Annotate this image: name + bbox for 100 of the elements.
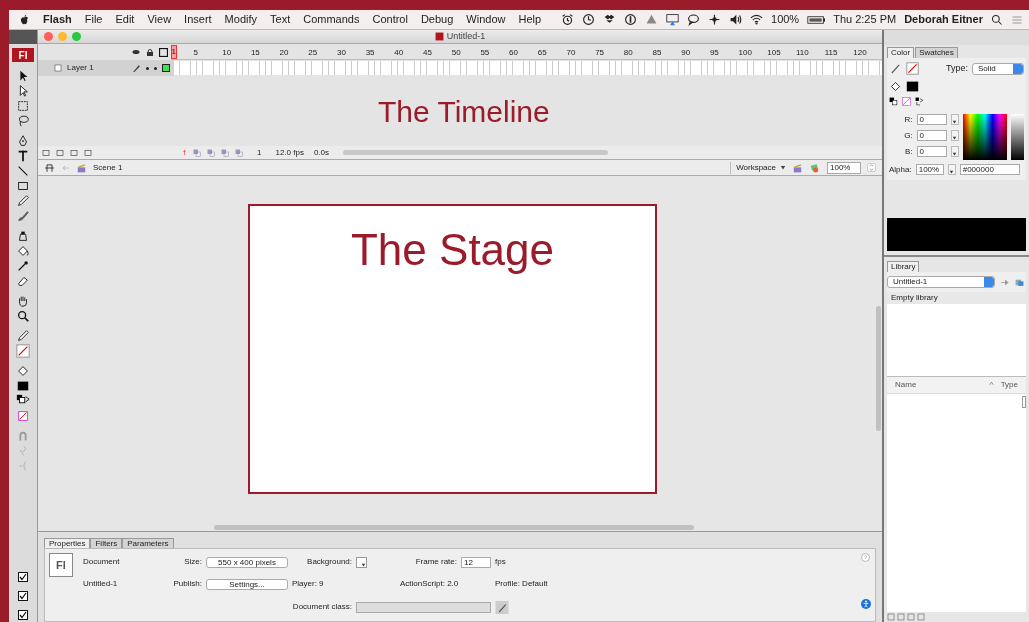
square-outline-icon[interactable] (158, 47, 168, 57)
box-icon (603, 13, 616, 26)
zoom-field[interactable]: 100% (827, 161, 861, 174)
frame-number: 1 (170, 45, 177, 59)
channel-field[interactable]: 0 (916, 130, 947, 141)
slash-swatch-icon[interactable] (906, 62, 919, 76)
pencil-icon[interactable] (889, 62, 902, 76)
playhead-icon[interactable] (182, 148, 187, 157)
menu-item[interactable]: Debug (420, 11, 454, 28)
field-label: Frame rate: (414, 556, 457, 569)
pencil-icon[interactable] (495, 600, 509, 614)
scrollbar[interactable] (343, 150, 609, 155)
pen-nib-icon[interactable] (16, 133, 30, 148)
lasso-icon[interactable] (16, 113, 30, 128)
channel-field[interactable]: 0 (916, 114, 947, 125)
brush-icon[interactable] (16, 208, 30, 223)
menu-item[interactable]: Commands (303, 11, 360, 28)
document-icon (434, 32, 444, 41)
menu-clock[interactable]: Thu 2:25 PM (833, 11, 897, 28)
swap-colors-icon[interactable] (889, 96, 898, 106)
frame-number: 115 (824, 47, 839, 59)
new-library-icon[interactable] (1014, 277, 1025, 287)
panel-header (9, 30, 37, 44)
hex-field[interactable]: #000000 (959, 164, 1020, 175)
clapperboard-icon[interactable] (792, 162, 803, 173)
shapes-icon[interactable] (809, 162, 821, 173)
frame-number: 20 (279, 47, 290, 59)
eye-icon[interactable] (130, 48, 141, 56)
onion-skin-icon[interactable] (193, 148, 201, 157)
user-name[interactable]: Deborah Eitner (904, 11, 983, 28)
sort-caret-icon[interactable] (987, 381, 995, 386)
frame-number: 5 (193, 47, 199, 59)
stage-caption: The Stage (351, 228, 554, 276)
column-header[interactable]: Name (895, 379, 917, 391)
caret-icon (952, 120, 958, 124)
marker-range-icon[interactable] (235, 148, 243, 157)
menu-item[interactable]: Insert (184, 11, 212, 28)
no-color-icon[interactable] (902, 96, 911, 106)
search-icon[interactable] (991, 13, 1003, 26)
checkbox[interactable] (18, 610, 28, 620)
class-field[interactable] (356, 601, 491, 613)
t-shape-icon[interactable] (16, 148, 30, 163)
app-logo: Fl (12, 48, 34, 62)
lock-icon[interactable] (145, 47, 154, 57)
caret-icon (361, 562, 366, 567)
speech-bubble-icon (687, 13, 700, 26)
elapsed-time: 0.0s (313, 146, 330, 159)
document-select[interactable]: Untitled-1 (887, 276, 995, 288)
menu-item[interactable]: Window (466, 11, 506, 28)
color-spectrum[interactable] (962, 113, 1007, 160)
player-version: Player: 9 (292, 578, 325, 591)
scrollbar[interactable] (214, 524, 694, 530)
checkbox[interactable] (18, 591, 28, 601)
current-frame: 1 (257, 146, 262, 159)
fill-swatch-icon[interactable] (906, 79, 919, 93)
layer-name[interactable]: Layer 1 (67, 62, 127, 74)
frame-rate-field[interactable]: 12 (461, 556, 491, 568)
color-swatch[interactable] (356, 556, 367, 568)
check-icon (19, 592, 27, 600)
menu-item[interactable]: Text (270, 11, 291, 28)
frame-number: 55 (480, 47, 491, 59)
magnifier-icon[interactable] (16, 308, 30, 323)
checkbox[interactable] (18, 572, 28, 582)
column-header[interactable]: Type (1000, 379, 1018, 391)
caret-icon (952, 136, 958, 140)
size-button[interactable]: 550 x 400 pixels (206, 556, 288, 568)
menu-item[interactable]: Edit (115, 11, 135, 28)
frame-rate: 12.0 fps (275, 146, 304, 159)
settings-button[interactable]: Settings... (206, 579, 288, 590)
alpha-field[interactable]: 100% (915, 164, 944, 175)
slash-swatch-icon[interactable] (16, 343, 30, 358)
display-icon (666, 13, 679, 26)
no-color-icon[interactable] (16, 408, 30, 423)
onion-outline-icon[interactable] (207, 148, 215, 157)
channel-field[interactable]: 0 (916, 146, 947, 157)
frame-number: 105 (767, 47, 782, 59)
menu-item[interactable]: Modify (224, 11, 257, 28)
type-select[interactable]: Solid (972, 62, 1024, 75)
scrollbar[interactable] (875, 306, 881, 431)
menu-item[interactable]: File (84, 11, 103, 28)
dashed-square-icon[interactable] (16, 98, 30, 113)
frame-number: 90 (681, 47, 692, 59)
accessibility-icon[interactable] (861, 599, 871, 609)
eyedropper-icon[interactable] (16, 258, 30, 273)
pencil-icon[interactable] (16, 328, 30, 343)
swap-arrows-icon[interactable] (915, 96, 924, 106)
frame-number: 110 (795, 47, 810, 59)
workspace-menu[interactable]: Workspace (730, 161, 786, 174)
scene-link[interactable]: Scene 1 (93, 161, 123, 174)
layer-row[interactable]: Layer 1 (38, 60, 174, 76)
menu-item[interactable]: View (147, 11, 172, 28)
app-menu[interactable]: Flash (43, 11, 72, 28)
field-label: Publish: (172, 578, 202, 591)
menu-item[interactable]: Control (372, 11, 408, 28)
stage-edit-icon[interactable] (44, 162, 55, 173)
pencil-icon[interactable] (16, 193, 30, 208)
brightness-bar[interactable] (1010, 113, 1024, 160)
scrollbar[interactable] (1022, 396, 1026, 408)
menu-item[interactable]: Help (518, 11, 542, 28)
edit-frames-icon[interactable] (221, 148, 229, 157)
